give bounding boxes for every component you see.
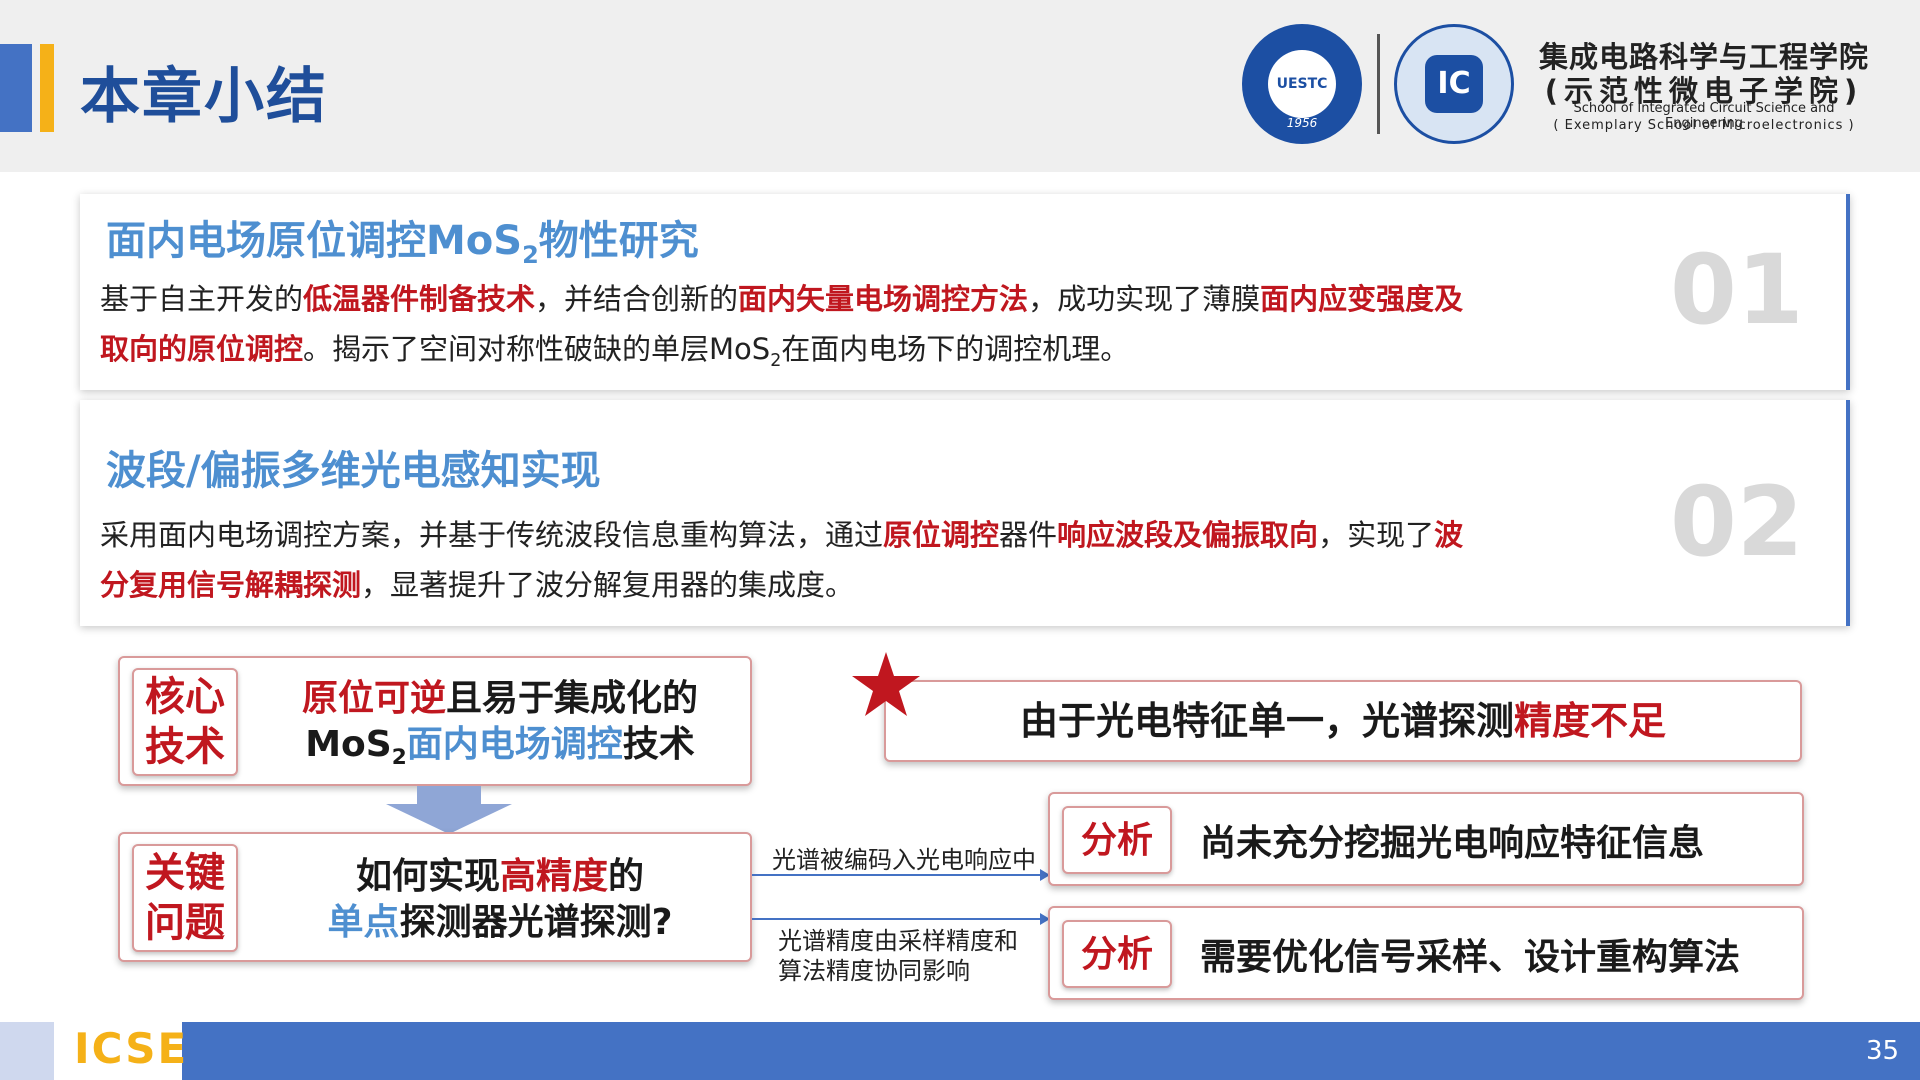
analysis-text-1: 尚未充分挖掘光电响应特征信息: [1200, 823, 1705, 864]
footer-accent: [0, 1022, 54, 1080]
card-2-text: 采用面内电场调控方案，并基于传统波段信息重构算法，通过: [100, 518, 884, 552]
card-1-title-subscript: 2: [522, 241, 539, 269]
uestc-logo-year: 1956: [1286, 116, 1318, 130]
analysis-box-1: 分析 尚未充分挖掘光电响应特征信息: [1048, 792, 1804, 886]
card-2-emphasis: 波: [1434, 518, 1464, 552]
key-text-line-2: 单点探测器光谱探测?: [260, 900, 740, 946]
analysis-text-2: 需要优化信号采样、设计重构算法: [1200, 937, 1741, 978]
problem-statement-box: 由于光电特征单一，光谱探测精度不足: [884, 680, 1802, 762]
connector-label-1: 光谱被编码入光电响应中: [772, 846, 1036, 874]
card-1-text: 在面内电场下的调控机理。: [781, 332, 1130, 366]
key-text-blue-emphasis: 单点: [327, 902, 400, 943]
card-1-title-suffix: 物性研究: [538, 218, 699, 264]
card-2-text: ，显著提升了波分解复用器的集成度。: [361, 568, 855, 602]
core-text: 且易于集成化的: [446, 678, 699, 719]
card-2-emphasis: 分复用信号解耦探测: [100, 568, 362, 602]
connector-label-2-line-1: 光谱精度由采样精度和: [778, 927, 1018, 955]
icse-logo: ICSE: [74, 1024, 189, 1073]
card-1-number: 01: [1670, 234, 1804, 346]
card-1-emphasis: 取向的原位调控: [100, 332, 304, 366]
connector-line-2: [752, 918, 1044, 920]
card-2-emphasis: 原位调控: [883, 518, 1000, 552]
card-1-body-line-2: 取向的原位调控。揭示了空间对称性破缺的单层MoS2在面内电场下的调控机理。: [100, 324, 1660, 386]
key-problem-text: 如何实现高精度的 单点探测器光谱探测?: [260, 854, 740, 946]
title-accent-bar-gold: [40, 44, 54, 132]
card-1-text: ，成功实现了薄膜: [1028, 282, 1261, 316]
core-tag-line-1: 核心: [145, 674, 225, 720]
key-text-emphasis: 高精度: [499, 856, 608, 897]
card-2-emphasis: 响应波段及偏振取向: [1057, 518, 1319, 552]
card-1-emphasis: 面内应变强度及: [1260, 282, 1464, 316]
problem-text-emphasis: 精度不足: [1514, 699, 1667, 743]
core-text-blue-emphasis: 面内电场调控: [406, 724, 623, 765]
connector-label-2-line-2: 算法精度协同影响: [778, 957, 970, 985]
card-2-body: 采用面内电场调控方案，并基于传统波段信息重构算法，通过原位调控器件响应波段及偏振…: [100, 510, 1660, 610]
core-text-subscript: 2: [391, 745, 407, 771]
card-2-body-line-2: 分复用信号解耦探测，显著提升了波分解复用器的集成度。: [100, 560, 1660, 610]
title-accent-bar-blue: [0, 44, 32, 132]
core-tag-line-2: 技术: [145, 724, 225, 770]
analysis-box-2: 分析 需要优化信号采样、设计重构算法: [1048, 906, 1804, 1000]
core-text-emphasis: 原位可逆: [301, 678, 446, 719]
card-1-subscript: 2: [770, 350, 782, 371]
key-text: 探测器光谱探测?: [399, 902, 673, 943]
summary-card-1: 面内电场原位调控MoS2物性研究 基于自主开发的低温器件制备技术，并结合创新的面…: [80, 194, 1850, 390]
summary-card-2: 波段/偏振多维光电感知实现 采用面内电场调控方案，并基于传统波段信息重构算法，通…: [80, 400, 1850, 626]
analysis-tag-2: 分析: [1062, 920, 1172, 988]
key-text: 的: [608, 856, 645, 897]
card-1-emphasis: 低温器件制备技术: [303, 282, 536, 316]
key-problem-tag: 关键 问题: [132, 844, 238, 952]
card-1-emphasis: 面内矢量电场调控方法: [738, 282, 1029, 316]
card-1-title: 面内电场原位调控MoS2物性研究: [106, 208, 699, 269]
card-2-number: 02: [1670, 466, 1804, 578]
key-text: 如何实现: [355, 856, 500, 897]
card-1-text: ，并结合创新的: [535, 282, 739, 316]
key-tag-line-1: 关键: [145, 850, 225, 896]
problem-statement-text: 由于光电特征单一，光谱探测精度不足: [886, 682, 1800, 760]
card-1-body-line-1: 基于自主开发的低温器件制备技术，并结合创新的面内矢量电场调控方法，成功实现了薄膜…: [100, 274, 1660, 324]
card-2-text: ，实现了: [1318, 518, 1435, 552]
key-tag-line-2: 问题: [145, 900, 225, 946]
ic-school-logo: IC: [1394, 24, 1514, 144]
card-2-text: 器件: [999, 518, 1058, 552]
school-name-en-sub: ( Exemplary School of Microelectronics ): [1553, 118, 1855, 133]
problem-text: 由于光电特征单一，光谱探测: [1019, 699, 1514, 743]
uestc-logo: UESTC 1956: [1242, 24, 1362, 144]
core-text-line-2: MoS2面内电场调控技术: [260, 722, 740, 781]
down-arrow-icon: [386, 786, 512, 834]
ic-logo-text: IC: [1425, 55, 1483, 113]
logo-divider: [1377, 34, 1380, 134]
core-text: 技术: [622, 724, 695, 765]
key-text-line-1: 如何实现高精度的: [260, 854, 740, 900]
core-technology-tag: 核心 技术: [132, 668, 238, 776]
core-text-line-1: 原位可逆且易于集成化的: [260, 676, 740, 722]
card-1-text: 。揭示了空间对称性破缺的单层MoS: [303, 332, 771, 366]
core-technology-text: 原位可逆且易于集成化的 MoS2面内电场调控技术: [260, 676, 740, 781]
card-2-body-line-1: 采用面内电场调控方案，并基于传统波段信息重构算法，通过原位调控器件响应波段及偏振…: [100, 510, 1660, 560]
uestc-logo-text: UESTC: [1268, 50, 1336, 118]
card-1-text: 基于自主开发的: [100, 282, 304, 316]
card-1-title-text: 面内电场原位调控MoS: [106, 218, 523, 264]
core-text: MoS: [305, 724, 392, 765]
card-1-body: 基于自主开发的低温器件制备技术，并结合创新的面内矢量电场调控方法，成功实现了薄膜…: [100, 274, 1660, 386]
page-title: 本章小结: [80, 62, 328, 132]
key-problem-box: 关键 问题 如何实现高精度的 单点探测器光谱探测?: [118, 832, 752, 962]
core-technology-box: 核心 技术 原位可逆且易于集成化的 MoS2面内电场调控技术: [118, 656, 752, 786]
connector-label-2: 光谱精度由采样精度和 算法精度协同影响: [778, 926, 1018, 986]
page-number: 35: [1866, 1036, 1900, 1066]
star-icon: [852, 652, 920, 716]
analysis-tag-1: 分析: [1062, 806, 1172, 874]
footer-bar: [182, 1022, 1920, 1080]
card-2-title: 波段/偏振多维光电感知实现: [106, 448, 601, 494]
